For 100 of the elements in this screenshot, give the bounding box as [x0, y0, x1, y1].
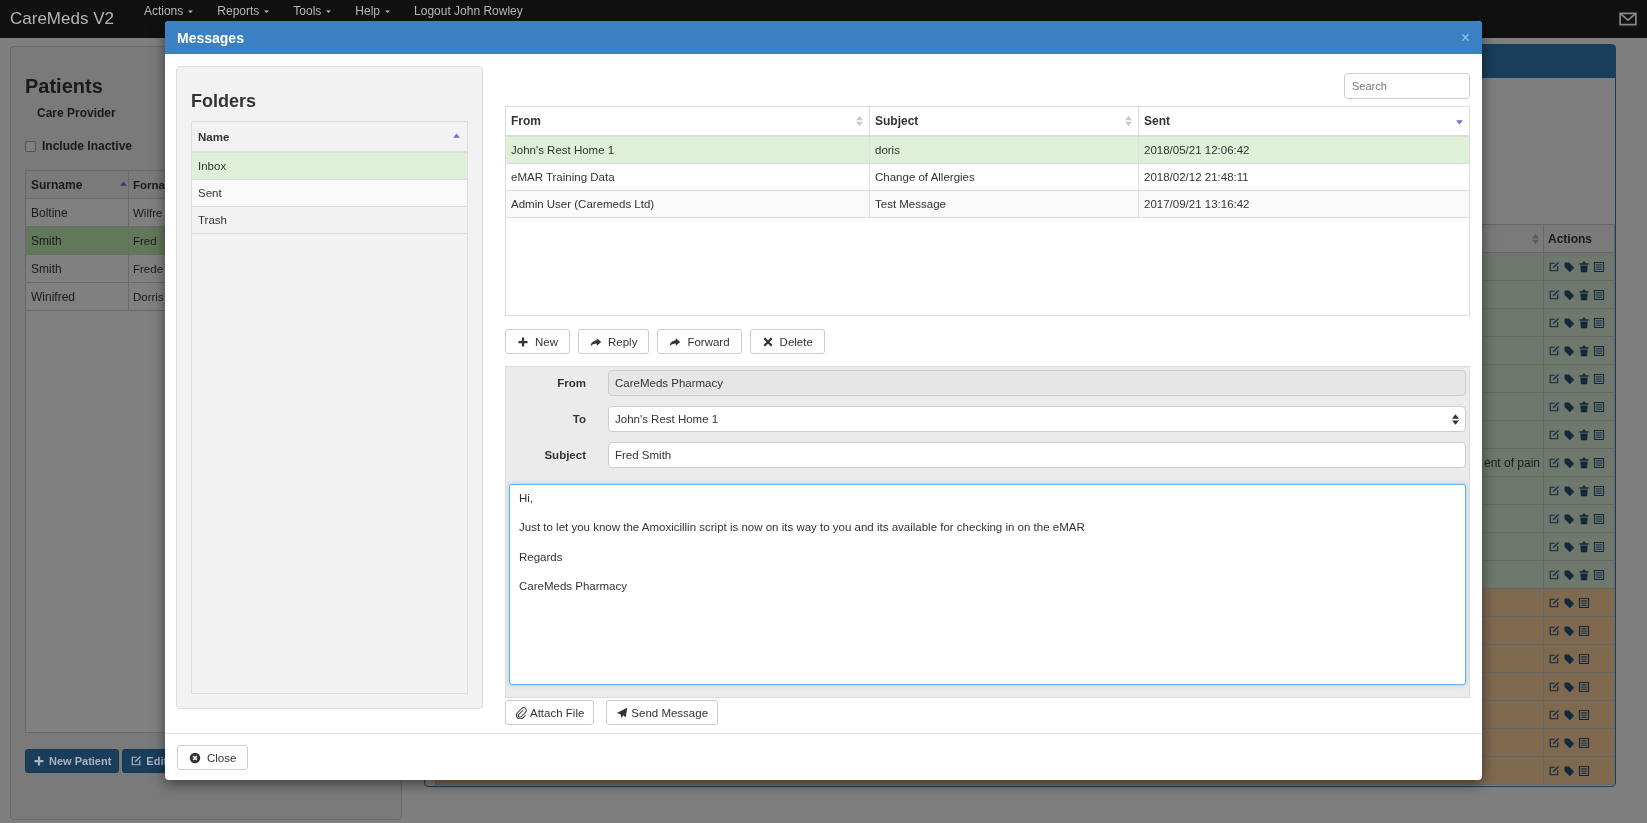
table-cell-text: Wilfre — [132, 206, 163, 219]
close-dialog-button[interactable]: Close — [177, 745, 249, 770]
table-cell-text: Dorris — [132, 290, 164, 303]
trash-icon — [1578, 540, 1590, 553]
select-field[interactable]: John's Rest Home 1 — [608, 406, 1466, 432]
column-header[interactable]: Sent — [1144, 114, 1170, 128]
edit-icon — [1548, 680, 1560, 693]
toolbar-button[interactable]: Delete — [749, 329, 825, 354]
column-header[interactable]: Surname — [31, 177, 115, 192]
dialog-title: Messages — [177, 29, 244, 46]
search-field[interactable]: Search — [1344, 73, 1470, 99]
list-icon — [1578, 708, 1590, 721]
plus-icon — [517, 335, 529, 348]
message-body-field[interactable]: Hi, Just to let you know the Amoxicillin script is now on its way to you and its available for checking in on the eMAR Regards CareMeds Pharmacy — [509, 484, 1466, 685]
tag-icon — [1563, 288, 1575, 301]
tag-icon — [1563, 708, 1575, 721]
care-provider-label: Care Provider — [37, 106, 117, 120]
table-cell: 2018/02/12 21:48:11 — [1144, 171, 1249, 183]
table-cell: ent of pain — [1483, 455, 1540, 470]
folder-item[interactable]: Trash — [192, 207, 467, 234]
toolbar-button[interactable]: Reply — [578, 329, 650, 354]
tag-icon — [1563, 540, 1575, 553]
list-icon — [1593, 288, 1605, 301]
folder-item[interactable]: Sent — [192, 180, 467, 207]
table-cell-text: Frede — [132, 262, 164, 275]
edit-icon — [1548, 344, 1560, 357]
list-icon — [1593, 372, 1605, 385]
tag-icon — [1563, 568, 1575, 581]
trash-icon — [1578, 428, 1590, 441]
column-header[interactable]: Name — [198, 130, 230, 143]
toolbar-button[interactable]: Forward — [657, 329, 742, 354]
nav-menu-item[interactable]: Help — [355, 5, 393, 18]
patient-button[interactable]: New Patient — [25, 749, 120, 773]
tag-icon — [1563, 260, 1575, 273]
edit-icon — [1548, 764, 1560, 777]
trash-icon — [1578, 260, 1590, 273]
input-field[interactable]: Fred Smith — [608, 442, 1466, 468]
table-cell-text: Fred — [132, 234, 157, 247]
trash-icon — [1578, 400, 1590, 413]
tag-icon — [1563, 680, 1575, 693]
select-arrows-icon — [1452, 413, 1459, 425]
edit-icon — [1548, 736, 1560, 749]
compose-button[interactable]: Attach File — [505, 700, 595, 725]
field-label: To — [571, 413, 587, 425]
list-icon — [1593, 316, 1605, 329]
edit-icon — [1548, 568, 1560, 581]
toolbar-button[interactable]: New — [505, 329, 570, 354]
tag-icon — [1563, 428, 1575, 441]
list-icon — [1593, 400, 1605, 413]
nav-menu-item[interactable]: Actions — [143, 5, 196, 18]
edit-icon — [1548, 400, 1560, 413]
folders-title: Folders — [191, 91, 257, 112]
edit-icon — [1548, 372, 1560, 385]
checkbox-label: Include Inactive — [42, 139, 133, 153]
folder-item[interactable]: Inbox — [192, 153, 467, 180]
list-icon — [1593, 568, 1605, 581]
table-cell: eMAR Training Data — [511, 171, 615, 183]
column-header[interactable]: Forna — [133, 178, 165, 191]
tag-icon — [1563, 764, 1575, 777]
tag-icon — [1563, 512, 1575, 525]
table-cell: 2017/09/21 13:16:42 — [1144, 198, 1250, 210]
list-icon — [1593, 484, 1605, 497]
edit-icon — [1548, 428, 1560, 441]
tag-icon — [1563, 344, 1575, 357]
trash-icon — [1578, 456, 1590, 469]
panel-title: Patients — [25, 75, 104, 98]
trash-icon — [1578, 288, 1590, 301]
message-row[interactable]: John's Rest Home 1 doris 2018/05/21 12:06:42 — [506, 137, 1469, 164]
table-cell-text: Smith — [31, 261, 63, 276]
envelope-icon — [1619, 10, 1637, 28]
tag-icon — [1563, 736, 1575, 749]
paper-plane-icon — [616, 706, 629, 719]
nav-menu-item[interactable]: Logout John Rowley — [414, 5, 523, 18]
trash-icon — [1578, 372, 1590, 385]
column-header[interactable]: Subject — [875, 114, 919, 128]
list-icon — [1578, 764, 1590, 777]
close-icon — [761, 335, 774, 348]
table-cell-text: Winifred — [31, 289, 76, 304]
edit-icon — [1548, 288, 1560, 301]
table-cell: doris — [875, 144, 900, 156]
table-cell-text: Boltine — [31, 205, 69, 220]
table-cell: Test Message — [875, 198, 946, 210]
nav-menu-item[interactable]: Reports — [217, 5, 272, 18]
list-icon — [1578, 624, 1590, 637]
message-row[interactable]: Admin User (Caremeds Ltd) Test Message 2017/09/21 13:16:42 — [506, 191, 1469, 218]
compose-button[interactable]: Send Message — [606, 700, 719, 725]
nav-menu-item[interactable]: Tools — [293, 5, 334, 18]
trash-icon — [1578, 344, 1590, 357]
edit-icon — [1548, 624, 1560, 637]
edit-icon — [1548, 540, 1560, 553]
column-header[interactable]: From — [511, 114, 541, 128]
tag-icon — [1563, 456, 1575, 469]
app-brand[interactable]: CareMeds V2 — [10, 9, 114, 29]
tag-icon — [1563, 624, 1575, 637]
input-field: CareMeds Pharmacy — [608, 370, 1466, 396]
trash-icon — [1578, 316, 1590, 329]
edit-icon — [1548, 484, 1560, 497]
edit-icon — [1548, 596, 1560, 609]
field-label: From — [556, 377, 587, 389]
table-cell: Change of Allergies — [875, 171, 975, 183]
